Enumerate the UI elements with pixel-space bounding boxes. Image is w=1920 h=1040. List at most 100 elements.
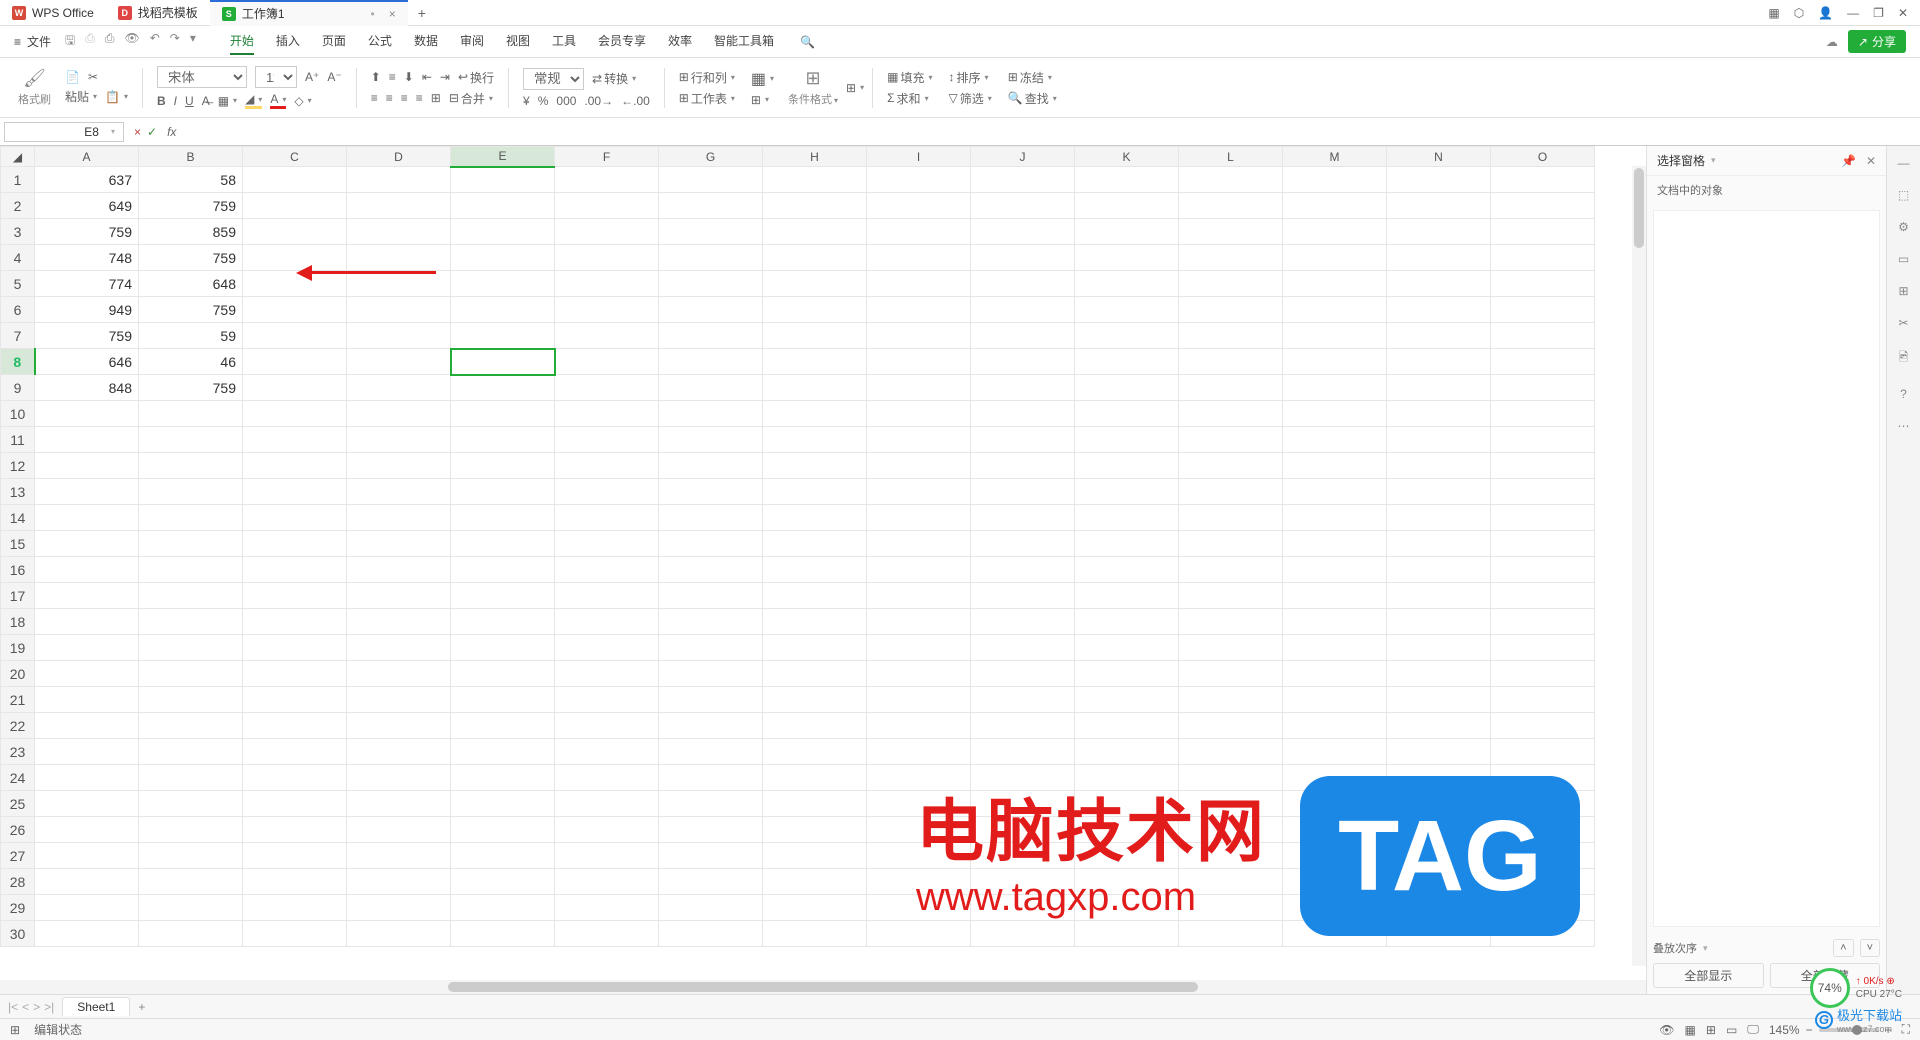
spreadsheet-grid[interactable]: ◢ABCDEFGHIJKLMNO163758264975937598594748… <box>0 146 1646 980</box>
cell-N26[interactable] <box>1387 817 1491 843</box>
cell-H3[interactable] <box>763 219 867 245</box>
col-header-N[interactable]: N <box>1387 147 1491 167</box>
cell-H29[interactable] <box>763 895 867 921</box>
cell-K25[interactable] <box>1075 791 1179 817</box>
cell-I14[interactable] <box>867 505 971 531</box>
maximize-icon[interactable]: ❐ <box>1873 6 1884 20</box>
cell-D7[interactable] <box>347 323 451 349</box>
cell-N28[interactable] <box>1387 869 1491 895</box>
cell-E22[interactable] <box>451 713 555 739</box>
cell-E2[interactable] <box>451 193 555 219</box>
undo-icon[interactable]: ↶ <box>150 31 160 52</box>
cell-L9[interactable] <box>1179 375 1283 401</box>
cell-I12[interactable] <box>867 453 971 479</box>
cell-F5[interactable] <box>555 271 659 297</box>
row-header-6[interactable]: 6 <box>1 297 35 323</box>
clipboard-icon[interactable]: 📋 <box>105 90 128 104</box>
cell-L3[interactable] <box>1179 219 1283 245</box>
cell-G6[interactable] <box>659 297 763 323</box>
border-icon[interactable]: ▦ <box>218 94 237 108</box>
cell-A11[interactable] <box>35 427 139 453</box>
cell-C6[interactable] <box>243 297 347 323</box>
minimize-icon[interactable]: — <box>1847 6 1859 20</box>
cell-H27[interactable] <box>763 843 867 869</box>
cell-K23[interactable] <box>1075 739 1179 765</box>
cell-G26[interactable] <box>659 817 763 843</box>
cell-A23[interactable] <box>35 739 139 765</box>
menu-tab-效率[interactable]: 效率 <box>668 28 692 55</box>
cell-A19[interactable] <box>35 635 139 661</box>
file-menu[interactable]: 文件 <box>27 33 51 50</box>
cell-B9[interactable]: 759 <box>139 375 243 401</box>
cell-H18[interactable] <box>763 609 867 635</box>
cell-E23[interactable] <box>451 739 555 765</box>
cell-N6[interactable] <box>1387 297 1491 323</box>
cell-M1[interactable] <box>1283 167 1387 193</box>
cell-C14[interactable] <box>243 505 347 531</box>
cell-A16[interactable] <box>35 557 139 583</box>
cell-B19[interactable] <box>139 635 243 661</box>
cell-N20[interactable] <box>1387 661 1491 687</box>
cell-H25[interactable] <box>763 791 867 817</box>
cell-A30[interactable] <box>35 921 139 947</box>
cell-H12[interactable] <box>763 453 867 479</box>
cell-A26[interactable] <box>35 817 139 843</box>
zoom-out-icon[interactable]: − <box>1806 1023 1813 1037</box>
cell-K10[interactable] <box>1075 401 1179 427</box>
row-header-27[interactable]: 27 <box>1 843 35 869</box>
cell-D21[interactable] <box>347 687 451 713</box>
cell-N9[interactable] <box>1387 375 1491 401</box>
cell-D14[interactable] <box>347 505 451 531</box>
object-list[interactable] <box>1653 210 1880 927</box>
cell-M2[interactable] <box>1283 193 1387 219</box>
col-header-J[interactable]: J <box>971 147 1075 167</box>
cell-H16[interactable] <box>763 557 867 583</box>
cell-H8[interactable] <box>763 349 867 375</box>
cell-C23[interactable] <box>243 739 347 765</box>
cell-style-button[interactable]: ⊞ <box>751 93 774 107</box>
col-header-I[interactable]: I <box>867 147 971 167</box>
cell-I19[interactable] <box>867 635 971 661</box>
cell-M15[interactable] <box>1283 531 1387 557</box>
row-header-26[interactable]: 26 <box>1 817 35 843</box>
cell-A4[interactable]: 748 <box>35 245 139 271</box>
formula-input[interactable] <box>186 122 1920 141</box>
cell-O6[interactable] <box>1491 297 1595 323</box>
cell-I8[interactable] <box>867 349 971 375</box>
menu-tab-页面[interactable]: 页面 <box>322 28 346 55</box>
cell-B27[interactable] <box>139 843 243 869</box>
cell-K20[interactable] <box>1075 661 1179 687</box>
cell-C21[interactable] <box>243 687 347 713</box>
cell-M11[interactable] <box>1283 427 1387 453</box>
sheet-tab-active[interactable]: Sheet1 <box>62 997 130 1016</box>
cell-A1[interactable]: 637 <box>35 167 139 193</box>
cell-F2[interactable] <box>555 193 659 219</box>
col-header-G[interactable]: G <box>659 147 763 167</box>
cell-C24[interactable] <box>243 765 347 791</box>
cell-K8[interactable] <box>1075 349 1179 375</box>
cell-G30[interactable] <box>659 921 763 947</box>
layout-strip-icon[interactable]: ▭ <box>1898 252 1909 266</box>
cell-C2[interactable] <box>243 193 347 219</box>
cell-D27[interactable] <box>347 843 451 869</box>
fill-button[interactable]: ▦ 填充 <box>887 69 932 86</box>
cell-B12[interactable] <box>139 453 243 479</box>
cell-I4[interactable] <box>867 245 971 271</box>
cell-O9[interactable] <box>1491 375 1595 401</box>
cell-D22[interactable] <box>347 713 451 739</box>
cell-M8[interactable] <box>1283 349 1387 375</box>
cell-G2[interactable] <box>659 193 763 219</box>
cell-G5[interactable] <box>659 271 763 297</box>
cell-L28[interactable] <box>1179 869 1283 895</box>
cell-D4[interactable] <box>347 245 451 271</box>
cell-G23[interactable] <box>659 739 763 765</box>
sum-button[interactable]: Σ 求和 <box>887 90 932 107</box>
strike-icon[interactable]: A̶ <box>202 94 210 108</box>
cell-F26[interactable] <box>555 817 659 843</box>
cell-F13[interactable] <box>555 479 659 505</box>
cell-F12[interactable] <box>555 453 659 479</box>
cell-O23[interactable] <box>1491 739 1595 765</box>
menu-tab-视图[interactable]: 视图 <box>506 28 530 55</box>
row-header-10[interactable]: 10 <box>1 401 35 427</box>
cell-O28[interactable] <box>1491 869 1595 895</box>
